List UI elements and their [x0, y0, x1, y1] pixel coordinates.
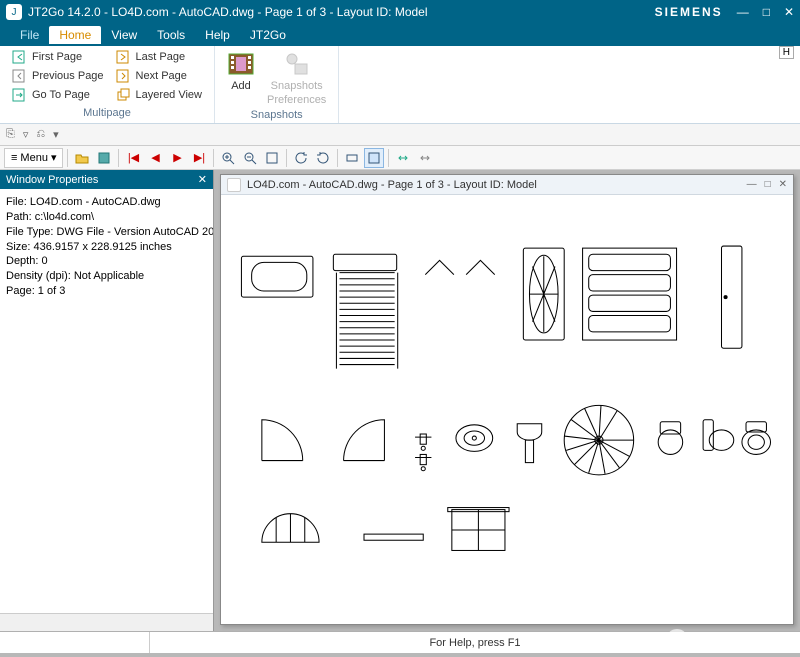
window-properties-panel: Window Properties ✕ File: LO4D.com - Aut…	[0, 170, 214, 631]
document-window: LO4D.com - AutoCAD.dwg - Page 1 of 3 - L…	[220, 174, 794, 625]
save-button[interactable]	[94, 148, 114, 168]
separator	[213, 149, 214, 167]
watermark-icon	[666, 629, 688, 651]
last-page-icon	[116, 49, 132, 65]
menu-tools[interactable]: Tools	[147, 26, 195, 44]
quick-access-strip: ⎘ ▿ ⎌ ▾	[0, 124, 800, 146]
previous-page-button[interactable]: Previous Page	[10, 67, 106, 85]
previous-page-icon	[12, 68, 28, 84]
tool-button-active[interactable]	[364, 148, 384, 168]
preferences-icon	[283, 50, 311, 78]
menu-home[interactable]: Home	[49, 26, 101, 44]
viewer-toolbar: ≡Menu▾ |◀ ◀ ▶ ▶|	[0, 146, 800, 170]
status-grip	[0, 632, 150, 653]
ribbon-group-snapshots: Add Snapshots Preferences Snapshots	[215, 46, 339, 123]
qa-item[interactable]: ⎌	[34, 128, 47, 141]
nav-first-button[interactable]: |◀	[123, 148, 143, 168]
ribbon: First Page Previous Page Go To Page Last…	[0, 46, 800, 124]
zoom-out-button[interactable]	[240, 148, 260, 168]
menu-jt2go[interactable]: JT2Go	[240, 26, 296, 44]
document-window-controls: — □ ✕	[747, 179, 787, 190]
next-page-button[interactable]: Next Page	[114, 67, 204, 85]
document-icon	[227, 178, 241, 192]
prop-depth: Depth: 0	[6, 254, 207, 269]
prop-file: File: LO4D.com - AutoCAD.dwg	[6, 195, 207, 210]
window-controls: — □ ✕	[737, 5, 794, 19]
next-page-icon	[116, 68, 132, 84]
nav-last-button[interactable]: ▶|	[189, 148, 209, 168]
ribbon-group-label-multipage: Multipage	[6, 106, 208, 121]
panel-title: Window Properties	[6, 174, 98, 186]
document-title: LO4D.com - AutoCAD.dwg - Page 1 of 3 - L…	[247, 179, 741, 191]
qa-dropdown-icon[interactable]: ▾	[51, 128, 61, 141]
open-button[interactable]	[72, 148, 92, 168]
cad-drawing	[221, 195, 793, 624]
first-page-button[interactable]: First Page	[10, 48, 106, 66]
canvas-wrap: LO4D.com - AutoCAD.dwg - Page 1 of 3 - L…	[214, 170, 800, 631]
watermark: LO4D.com	[666, 629, 792, 651]
doc-close-button[interactable]: ✕	[779, 179, 787, 190]
goto-page-icon	[12, 87, 28, 103]
doc-max-button[interactable]: □	[765, 179, 771, 190]
document-header[interactable]: LO4D.com - AutoCAD.dwg - Page 1 of 3 - L…	[221, 175, 793, 195]
prop-path: Path: c:\lo4d.com\	[6, 210, 207, 225]
canvas-viewport[interactable]	[221, 195, 793, 624]
brand-label: SIEMENS	[655, 5, 723, 19]
prop-page: Page: 1 of 3	[6, 284, 207, 299]
goto-page-button[interactable]: Go To Page	[10, 86, 106, 104]
rotate-left-button[interactable]	[291, 148, 311, 168]
canvas-zone: LO4D.com - AutoCAD.dwg - Page 1 of 3 - L…	[214, 170, 800, 631]
chevron-down-icon: ▾	[51, 151, 57, 164]
window-title: JT2Go 14.2.0 - LO4D.com - AutoCAD.dwg - …	[28, 5, 655, 19]
ribbon-group-label-snapshots: Snapshots	[221, 108, 332, 123]
filmstrip-icon	[227, 50, 255, 78]
title-bar: J JT2Go 14.2.0 - LO4D.com - AutoCAD.dwg …	[0, 0, 800, 24]
app-icon: J	[6, 4, 22, 20]
zoom-in-button[interactable]	[218, 148, 238, 168]
tool-button[interactable]	[342, 148, 362, 168]
separator	[286, 149, 287, 167]
prop-size: Size: 436.9157 x 228.9125 inches	[6, 240, 207, 255]
add-snapshot-button[interactable]: Add	[221, 48, 261, 108]
rotate-right-button[interactable]	[313, 148, 333, 168]
nav-prev-button[interactable]: ◀	[145, 148, 165, 168]
watermark-text: LO4D.com	[694, 630, 792, 651]
separator	[388, 149, 389, 167]
snapshot-prefs-button[interactable]: Snapshots Preferences	[261, 48, 332, 108]
separator	[118, 149, 119, 167]
minimize-button[interactable]: —	[737, 5, 749, 19]
prop-density: Density (dpi): Not Applicable	[6, 269, 207, 284]
menu-bar: File Home View Tools Help JT2Go	[0, 24, 800, 46]
first-page-icon	[12, 49, 28, 65]
separator	[67, 149, 68, 167]
qa-item[interactable]: ▿	[21, 128, 31, 141]
maximize-button[interactable]: □	[763, 5, 770, 19]
panel-scrollbar[interactable]	[0, 613, 213, 631]
separator	[337, 149, 338, 167]
prop-type: File Type: DWG File - Version AutoCAD 20…	[6, 225, 207, 240]
menu-view[interactable]: View	[101, 26, 147, 44]
hamburger-icon: ≡	[11, 152, 17, 164]
menu-help[interactable]: Help	[195, 26, 240, 44]
menu-button[interactable]: ≡Menu▾	[4, 148, 63, 168]
keytip-badge: H	[779, 46, 794, 59]
fit-button[interactable]	[262, 148, 282, 168]
close-button[interactable]: ✕	[784, 5, 794, 19]
layered-view-button[interactable]: Layered View	[114, 86, 204, 104]
compress-button[interactable]	[415, 148, 435, 168]
panel-header[interactable]: Window Properties ✕	[0, 170, 213, 189]
ribbon-group-multipage: First Page Previous Page Go To Page Last…	[0, 46, 215, 123]
layered-view-icon	[116, 87, 132, 103]
last-page-button[interactable]: Last Page	[114, 48, 204, 66]
main-area: Window Properties ✕ File: LO4D.com - Aut…	[0, 170, 800, 631]
qa-item[interactable]: ⎘	[4, 128, 17, 141]
panel-body: File: LO4D.com - AutoCAD.dwg Path: c:\lo…	[0, 189, 213, 613]
menu-file[interactable]: File	[10, 26, 49, 44]
doc-min-button[interactable]: —	[747, 179, 757, 190]
nav-next-button[interactable]: ▶	[167, 148, 187, 168]
panel-close-button[interactable]: ✕	[198, 173, 207, 186]
stretch-button[interactable]	[393, 148, 413, 168]
